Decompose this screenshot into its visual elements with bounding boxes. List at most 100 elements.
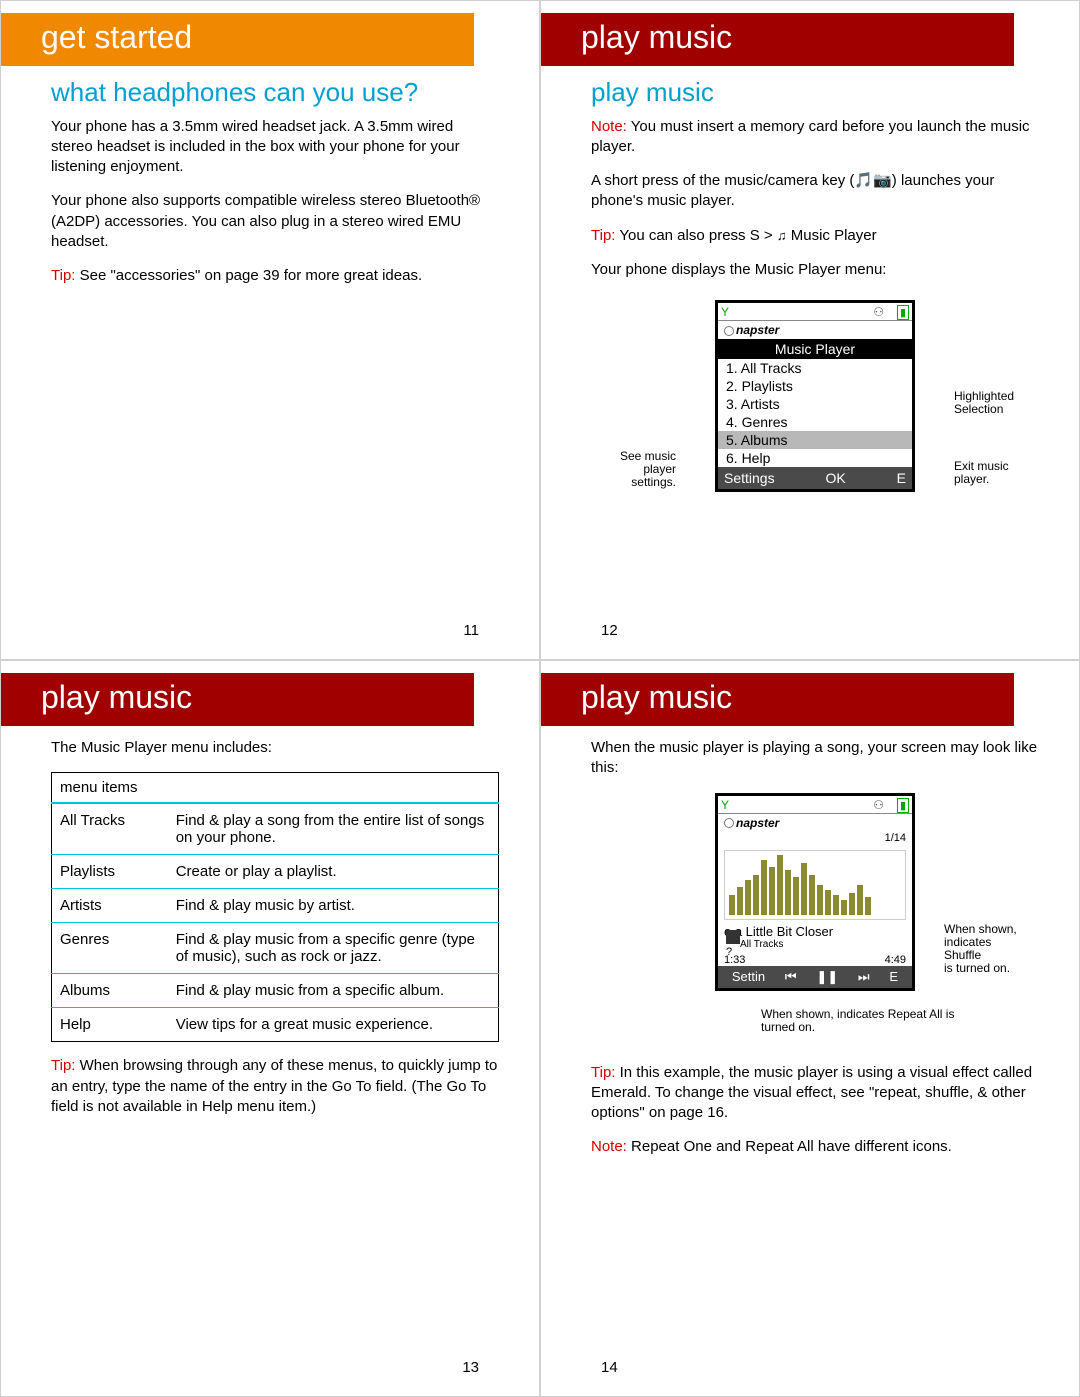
status-bar: Y ⚇ ▮ [718, 796, 912, 814]
list-item: 1. All Tracks [718, 359, 912, 377]
battery-icon: ▮ [897, 798, 909, 813]
table-row: All TracksFind & play a song from the en… [52, 803, 499, 855]
list-item-selected: 5. Albums [718, 431, 912, 449]
total-time: 4:49 [885, 954, 906, 966]
tip-text: When browsing through any of these menus… [51, 1057, 497, 1115]
table-row: ArtistsFind & play music by artist. [52, 889, 499, 923]
section-heading: play music [591, 78, 1039, 107]
callout-exit: Exit music player. [954, 460, 1034, 486]
note-label: Note: [591, 118, 627, 135]
bluetooth-icon: ⚇ [873, 305, 884, 319]
time-display: 1:33 4:49 [718, 954, 912, 966]
row-desc: Find & play music by artist. [168, 889, 499, 923]
intro-text: The Music Player menu includes: [51, 738, 499, 758]
tip-text: In this example, the music player is usi… [591, 1064, 1032, 1122]
intro-text: When the music player is playing a song,… [591, 738, 1039, 779]
table-header: menu items [52, 773, 499, 804]
row-label: Albums [52, 974, 168, 1008]
now-playing-illustration: Y ⚇ ▮ napster 1/14 e a Little Bit Closer… [591, 793, 1039, 1063]
track-counter: 1/14 [885, 832, 906, 844]
softkey-right: E [897, 470, 906, 486]
nav-key: S [750, 227, 760, 244]
softkey-left: Settin [732, 969, 765, 985]
row-desc: Find & play music from a specific genre … [168, 923, 499, 974]
album-art-icon [726, 930, 740, 944]
row-label: Help [52, 1008, 168, 1042]
key-term: Repeat All [745, 1138, 813, 1155]
bluetooth-icon: ⚇ [873, 798, 884, 812]
body-text: Your phone displays the Music Player men… [591, 260, 1039, 280]
tip-label: Tip: [591, 1064, 615, 1081]
page-content: When the music player is playing a song,… [541, 738, 1079, 1158]
callout-highlight: Highlighted Selection [954, 390, 1034, 416]
page-content: play music Note: You must insert a memor… [541, 78, 1079, 550]
tip-label: Tip: [591, 227, 615, 244]
softkey-bar: Settings OK E [718, 467, 912, 489]
next-icon: ⏭ [858, 969, 870, 985]
table-row: AlbumsFind & play music from a specific … [52, 974, 499, 1008]
body-text: Your phone has a 3.5mm wired headset jac… [51, 117, 499, 178]
phone-illustration: Y ⚇ ▮ napster Music Player 1. All Tracks… [591, 300, 1039, 550]
softkey-center: OK [826, 470, 846, 486]
section-heading: what headphones can you use? [51, 78, 499, 107]
tip-label: Tip: [51, 1057, 75, 1074]
page-content: what headphones can you use? Your phone … [1, 78, 539, 286]
page-11: get started what headphones can you use?… [0, 0, 540, 660]
key-term: Repeat One [631, 1138, 712, 1155]
row-label: Playlists [52, 855, 168, 889]
table-row: GenresFind & play music from a specific … [52, 923, 499, 974]
table-row: PlaylistsCreate or play a playlist. [52, 855, 499, 889]
note-line: Note: Repeat One and Repeat All have dif… [591, 1137, 1039, 1157]
battery-icon: ▮ [897, 305, 909, 320]
tip-label: Tip: [51, 267, 75, 284]
menu-name: Music Player [81, 739, 167, 756]
page-13: play music The Music Player menu include… [0, 660, 540, 1397]
body-text: Your phone also supports compatible wire… [51, 191, 499, 252]
now-playing-screen: Y ⚇ ▮ napster 1/14 e a Little Bit Closer… [715, 793, 915, 991]
prev-icon: ⏮ [785, 969, 797, 985]
menu-list: 1. All Tracks 2. Playlists 3. Artists 4.… [718, 359, 912, 467]
menu-name: Music Player [755, 261, 841, 278]
callout-repeat: When shown, indicates Repeat All is turn… [761, 1008, 961, 1034]
row-label: Artists [52, 889, 168, 923]
signal-icon: Y [721, 798, 729, 812]
pause-icon: ❚❚ [816, 969, 838, 985]
brand-label: napster [718, 814, 912, 832]
tip-text: See "accessories" on page 39 for more gr… [75, 267, 422, 284]
list-item: 2. Playlists [718, 377, 912, 395]
softkey-left: Settings [724, 470, 775, 486]
page-content: The Music Player menu includes: menu ite… [1, 738, 539, 1117]
menu-name: Music Player [787, 227, 877, 244]
page-14: play music When the music player is play… [540, 660, 1080, 1397]
row-label: All Tracks [52, 803, 168, 855]
callout-shuffle: When shown, indicates Shuffle is turned … [944, 923, 1039, 976]
help-icon: ? [726, 946, 732, 958]
song-title: e a Little Bit Closer [718, 924, 912, 939]
table-row: HelpView tips for a great music experien… [52, 1008, 499, 1042]
signal-icon: Y [721, 305, 729, 319]
visualizer [724, 850, 906, 920]
body-text: A short press of the music/camera key (🎵… [591, 171, 1039, 212]
phone-screen: Y ⚇ ▮ napster Music Player 1. All Tracks… [715, 300, 915, 492]
section-banner: play music [541, 13, 1014, 66]
section-banner: play music [541, 673, 1014, 726]
page-number: 12 [601, 622, 618, 639]
brand-label: napster [718, 321, 912, 339]
list-item: 6. Help [718, 449, 912, 467]
page-12: play music play music Note: You must ins… [540, 0, 1080, 660]
row-desc: Find & play music from a specific album. [168, 974, 499, 1008]
page-number: 14 [601, 1359, 618, 1376]
music-note-icon: ♫ [777, 228, 787, 243]
menu-items-table: menu items All TracksFind & play a song … [51, 772, 499, 1042]
page-number: 13 [462, 1359, 479, 1376]
tip-line: Tip: See "accessories" on page 39 for mo… [51, 266, 499, 286]
status-bar: Y ⚇ ▮ [718, 303, 912, 321]
list-item: 3. Artists [718, 395, 912, 413]
section-banner: get started [1, 13, 474, 66]
row-label: Genres [52, 923, 168, 974]
note-line: Note: You must insert a memory card befo… [591, 117, 1039, 158]
tip-line: Tip: You can also press S > ♫ Music Play… [591, 226, 1039, 246]
row-desc: Create or play a playlist. [168, 855, 499, 889]
screen-title: Music Player [718, 339, 912, 359]
note-text: You must insert a memory card before you… [591, 118, 1030, 155]
